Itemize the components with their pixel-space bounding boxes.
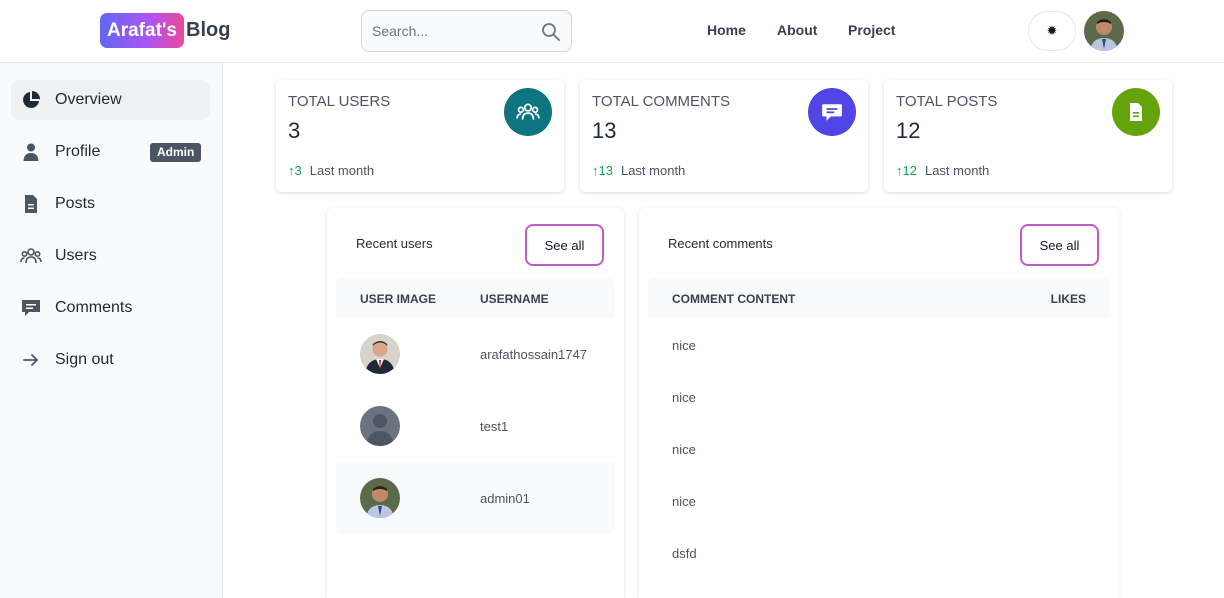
stat-value: 12: [896, 118, 921, 143]
sidebar: Overview Profile Admin Posts Users Comme…: [0, 63, 223, 598]
sidebar-item-label: Sign out: [55, 351, 114, 368]
stat-period: Last month: [620, 163, 686, 178]
stat-title: Total Posts: [896, 93, 998, 110]
comment-content: nice: [672, 390, 696, 405]
comment-icon: [808, 88, 856, 136]
column-header: User image: [360, 292, 437, 306]
recent-users-panel: Recent users See all User image Username…: [327, 208, 624, 598]
stat-footer: ↑ 3 Last month: [288, 163, 374, 178]
pie-chart-icon: [20, 90, 42, 110]
username: test1: [480, 419, 509, 434]
panel-title: Recent users: [356, 236, 433, 251]
sidebar-item-label: Users: [55, 247, 97, 264]
sidebar-item-overview[interactable]: Overview: [11, 80, 210, 120]
column-header: Username: [480, 292, 549, 306]
document-icon: [20, 194, 42, 214]
sidebar-item-label: Overview: [55, 91, 122, 108]
user-avatar[interactable]: [1084, 11, 1124, 51]
nav-home[interactable]: Home: [707, 22, 746, 38]
search-icon[interactable]: [541, 22, 561, 42]
table-header: User image Username: [336, 278, 615, 318]
sidebar-item-label: Comments: [55, 299, 133, 316]
stat-period: Last month: [924, 163, 990, 178]
top-header: Arafat's Blog Home About Project ✹: [0, 0, 1224, 63]
stat-card-users: Total Users 3 ↑ 3 Last month: [276, 80, 564, 192]
comment-content: dsfd: [672, 546, 697, 561]
stat-card-posts: Total Posts 12 ↑ 12 Last month: [884, 80, 1172, 192]
logo-badge: Arafat's: [100, 13, 184, 48]
stat-card-comments: Total Comments 13 ↑ 13 Last month: [580, 80, 868, 192]
sun-icon: ✹: [1046, 23, 1058, 38]
user-icon: [20, 142, 42, 162]
sidebar-item-label: Posts: [55, 195, 96, 212]
username: admin01: [480, 491, 530, 506]
stat-title: Total Users: [288, 93, 391, 110]
stat-value: 13: [592, 118, 617, 143]
theme-toggle-button[interactable]: ✹: [1028, 11, 1076, 51]
column-header: Comment content: [672, 292, 796, 306]
table-row: test1: [336, 390, 615, 462]
avatar: [360, 334, 400, 374]
arrow-up-icon: ↑ 12: [896, 163, 917, 178]
table-header: Comment content Likes: [648, 278, 1110, 318]
table-row: admin01: [336, 462, 615, 534]
see-all-comments-button[interactable]: See all: [1020, 224, 1099, 266]
sidebar-item-label: Profile: [55, 143, 101, 160]
admin-badge: Admin: [150, 143, 202, 162]
stat-delta: 12: [902, 163, 917, 178]
sidebar-item-users[interactable]: Users: [11, 236, 210, 276]
arrow-right-icon: [20, 350, 42, 370]
search-input[interactable]: [362, 11, 532, 51]
username: arafathossain1747: [480, 347, 587, 362]
stat-period: Last month: [309, 163, 375, 178]
nav-about[interactable]: About: [777, 22, 817, 38]
stat-footer: ↑ 13 Last month: [592, 163, 685, 178]
table-row: arafathossain1747: [336, 318, 615, 390]
search-box: [361, 10, 572, 52]
recent-comments-panel: Recent comments See all Comment content …: [639, 208, 1119, 598]
stat-value: 3: [288, 118, 301, 143]
users-group-icon: [20, 246, 42, 266]
sidebar-item-profile[interactable]: Profile Admin: [11, 132, 210, 172]
document-icon: [1112, 88, 1160, 136]
see-all-users-button[interactable]: See all: [525, 224, 604, 266]
stat-delta: 3: [294, 163, 302, 178]
site-logo[interactable]: Arafat's Blog: [100, 13, 230, 48]
comment-content: nice: [672, 442, 696, 457]
column-header: Likes: [1050, 292, 1086, 306]
sidebar-item-posts[interactable]: Posts: [11, 184, 210, 224]
stat-footer: ↑ 12 Last month: [896, 163, 989, 178]
sidebar-item-comments[interactable]: Comments: [11, 288, 210, 328]
comment-content: nice: [672, 494, 696, 509]
comment-content: nice: [672, 338, 696, 353]
logo-text: Blog: [186, 19, 231, 41]
panel-title: Recent comments: [668, 236, 773, 251]
stat-title: Total Comments: [592, 93, 731, 110]
comment-icon: [20, 298, 42, 318]
avatar: [360, 406, 400, 446]
sidebar-item-sign-out[interactable]: Sign out: [11, 340, 210, 380]
avatar: [360, 478, 400, 518]
arrow-up-icon: ↑ 13: [592, 163, 613, 178]
users-group-icon: [504, 88, 552, 136]
arrow-up-icon: ↑ 3: [288, 163, 302, 178]
nav-project[interactable]: Project: [848, 22, 895, 38]
stat-delta: 13: [598, 163, 613, 178]
